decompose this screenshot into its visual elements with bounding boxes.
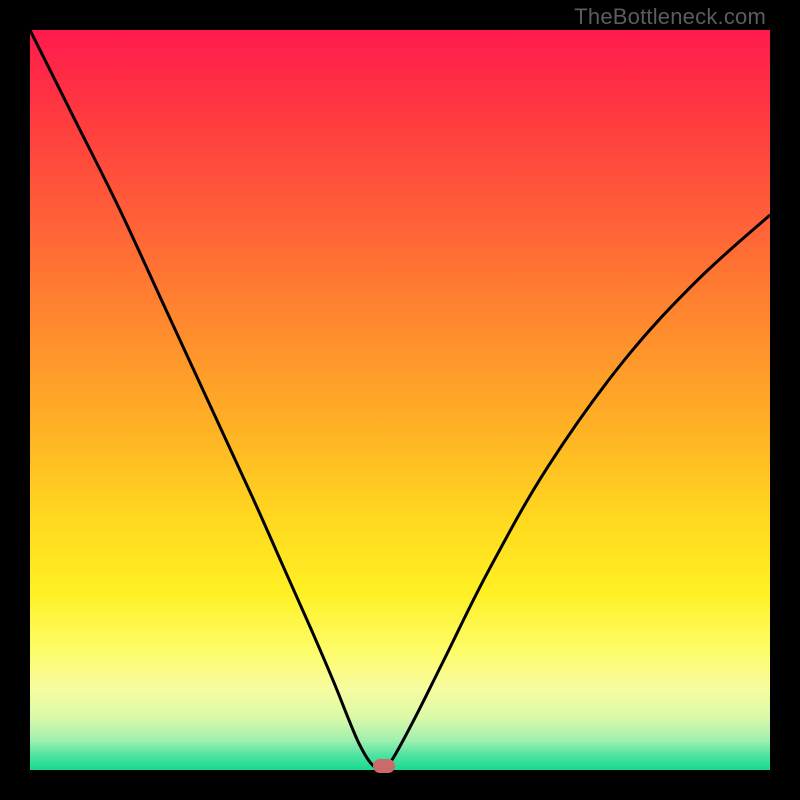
watermark-text: TheBottleneck.com — [574, 4, 766, 30]
chart-frame: TheBottleneck.com — [0, 0, 800, 800]
plot-background — [30, 30, 770, 770]
